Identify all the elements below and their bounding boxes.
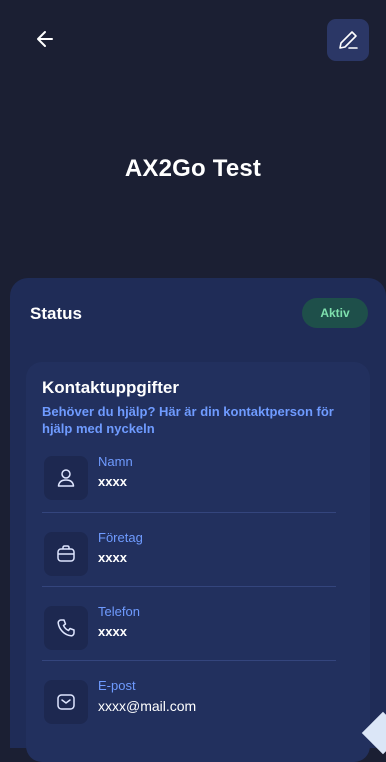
contact-card: Kontaktuppgifter Behöver du hjälp? Här ä… [26, 362, 370, 762]
field-label: Namn [98, 454, 133, 469]
contact-row-email[interactable]: E-post xxxx@mail.com [42, 678, 354, 740]
field-value: xxxx [98, 474, 127, 489]
divider [42, 586, 336, 587]
page-title: AX2Go Test [124, 155, 262, 182]
contact-row-company: Företag xxxx [42, 530, 354, 592]
person-icon [57, 469, 75, 487]
phone-icon [57, 619, 75, 637]
field-label: Telefon [98, 604, 140, 619]
phone-icon-box [44, 606, 88, 650]
contact-title: Kontaktuppgifter [42, 378, 179, 397]
field-value: xxxx [98, 550, 127, 565]
details-sheet: Status Aktiv Kontaktuppgifter Behöver du… [10, 278, 386, 762]
field-value: xxxx@mail.com [98, 698, 197, 714]
briefcase-icon [57, 545, 75, 562]
person-icon-box [44, 456, 88, 500]
mail-icon [57, 694, 75, 710]
edit-button[interactable] [327, 19, 369, 61]
status-label: Status [30, 304, 82, 323]
status-badge: Aktiv [302, 298, 368, 328]
top-bar [0, 0, 386, 80]
field-label: Företag [98, 530, 143, 545]
arrow-left-icon [37, 31, 53, 47]
back-button[interactable] [30, 24, 64, 54]
contact-row-name: Namn xxxx [42, 454, 354, 516]
pencil-icon [339, 31, 358, 49]
mail-icon-box [44, 680, 88, 724]
divider [42, 512, 336, 513]
field-label: E-post [98, 678, 136, 693]
field-value: xxxx [98, 624, 127, 639]
contact-subtitle: Behöver du hjälp? Här är din kontaktpers… [42, 404, 334, 436]
contact-row-phone[interactable]: Telefon xxxx [42, 604, 354, 666]
briefcase-icon-box [44, 532, 88, 576]
divider [42, 660, 336, 661]
